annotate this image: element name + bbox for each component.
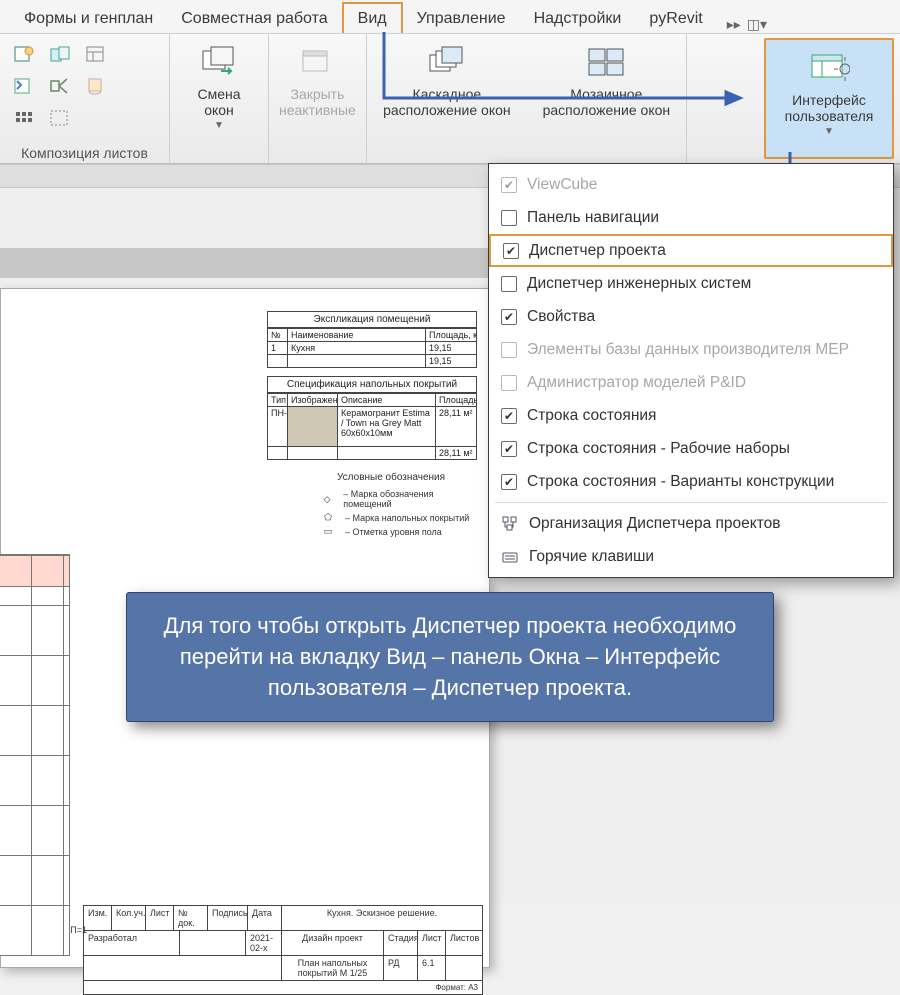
dd-item-label: Строка состояния - Варианты конструкции [527, 473, 834, 491]
sheet-icon-3[interactable] [84, 44, 108, 66]
close-inactive-label-2: неактивные [279, 102, 356, 118]
legend-glyph-1: ◇ [317, 494, 337, 505]
legend-text-2: – Марка напольных покрытий [345, 513, 469, 523]
user-interface-icon [808, 50, 850, 86]
dd-item-label: Панель навигации [527, 209, 659, 227]
dd-item-7[interactable]: Строка состояния [489, 399, 893, 432]
switch-windows-icon [198, 44, 240, 80]
switch-windows-button[interactable]: Смена окон ▼ [174, 34, 264, 133]
sheet-icon-8[interactable] [48, 108, 72, 130]
sheet-icon-1[interactable] [12, 44, 36, 66]
close-inactive-label-1: Закрыть [290, 86, 344, 102]
legend-text-1: – Марка обозначения помещений [343, 489, 473, 509]
dd-item-6: Администратор моделей P&ID [489, 366, 893, 399]
title-block: Изм.Кол.уч.Лист№ док.ПодписьДатаКухня. Э… [83, 905, 483, 995]
dd-item-label: Диспетчер проекта [529, 242, 666, 260]
legend-title: Условные обозначения [337, 472, 473, 483]
sheet-icon-7[interactable] [12, 108, 36, 130]
legend-glyph-3: ▭ [317, 526, 339, 537]
dd-item-label: Строка состояния - Рабочие наборы [527, 440, 790, 458]
dd-item-0: ViewCube [489, 168, 893, 201]
ui-dropdown: ViewCube Панель навигации Диспетчер проект… [488, 163, 894, 578]
dd-item-3[interactable]: Диспетчер инженерных систем [489, 267, 893, 300]
chevron-down-icon: ▼ [214, 120, 224, 131]
tab-forms[interactable]: Формы и генплан [10, 4, 167, 33]
dd-footer-label: Горячие клавиши [529, 548, 654, 566]
checkbox-icon [501, 474, 517, 490]
dd-item-label: Свойства [527, 308, 595, 326]
dd-item-4[interactable]: Свойства [489, 300, 893, 333]
switch-windows-label-1: Смена [197, 86, 240, 102]
tree-icon [501, 515, 519, 533]
rooms-schedule: Экспликация помещений №НаименованиеПлоща… [267, 311, 477, 368]
dd-item-5: Элементы базы данных производителя MEP [489, 333, 893, 366]
sheet-icon-4[interactable] [12, 76, 36, 98]
close-inactive-button: Закрыть неактивные [269, 34, 367, 163]
ui-label-2: пользователя [785, 108, 874, 124]
checkbox-icon [501, 309, 517, 325]
legend-glyph-2: ⬠ [317, 512, 339, 523]
checkbox-icon [501, 408, 517, 424]
dd-item-label: Администратор моделей P&ID [527, 374, 746, 392]
ui-label-1: Интерфейс [792, 92, 866, 108]
dd-footer-1[interactable]: Горячие клавиши [489, 540, 893, 573]
dd-item-label: ViewCube [527, 176, 597, 194]
dd-item-label: Строка состояния [527, 407, 656, 425]
tab-collab[interactable]: Совместная работа [167, 4, 341, 33]
ribbon-group-sheet-title: Композиция листов [10, 143, 159, 161]
keyboard-icon [501, 548, 519, 566]
dd-item-1[interactable]: Панель навигации [489, 201, 893, 234]
checkbox-icon [503, 243, 519, 259]
floor-label: П=1 [70, 925, 87, 935]
switch-windows-label-2: окон [204, 102, 234, 118]
dd-footer-label: Организация Диспетчера проектов [529, 515, 781, 533]
checkbox-icon [501, 177, 517, 193]
dd-item-2[interactable]: Диспетчер проекта [489, 234, 893, 267]
dd-item-label: Элементы базы данных производителя MEP [527, 341, 849, 359]
legend-text-3: – Отметка уровня пола [345, 527, 442, 537]
spec-title: Спецификация напольных покрытий [268, 377, 476, 393]
sheet-icon-6[interactable] [84, 76, 108, 98]
rooms-title: Экспликация помещений [268, 312, 476, 328]
sheet-icon-2[interactable] [48, 44, 72, 66]
tabs-minimize-icon[interactable]: ◫▾ [747, 16, 767, 33]
checkbox-icon [501, 441, 517, 457]
checkbox-icon [501, 375, 517, 391]
user-interface-button[interactable]: Интерфейс пользователя ▼ [764, 38, 894, 159]
sheet-icon-5[interactable] [48, 76, 72, 98]
dd-item-9[interactable]: Строка состояния - Варианты конструкции [489, 465, 893, 498]
sheet-comp-buttons [10, 40, 159, 138]
dd-item-label: Диспетчер инженерных систем [527, 275, 751, 293]
instruction-callout: Для того чтобы открыть Диспетчер проекта… [126, 592, 774, 722]
dd-footer-0[interactable]: Организация Диспетчера проектов [489, 507, 893, 540]
legend: Условные обозначения ◇ – Марка обозначени… [317, 472, 473, 537]
floor-spec: Спецификация напольных покрытий ТипИзобр… [267, 376, 477, 460]
dd-item-8[interactable]: Строка состояния - Рабочие наборы [489, 432, 893, 465]
chevron-down-icon: ▼ [824, 126, 834, 137]
close-inactive-icon [296, 44, 338, 80]
checkbox-icon [501, 276, 517, 292]
checkbox-icon [501, 342, 517, 358]
floor-plan-fragment: П=1 [0, 554, 70, 956]
checkbox-icon [501, 210, 517, 226]
